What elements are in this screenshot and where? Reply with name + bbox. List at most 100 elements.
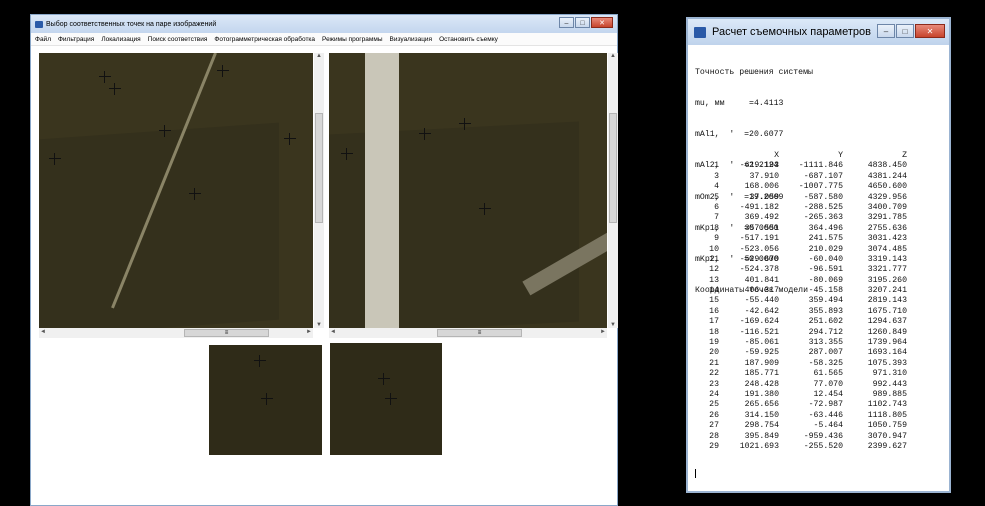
coord-z: 3319.143 [867, 254, 907, 264]
coord-x: 185.771 [744, 369, 779, 379]
point-index: 21 [709, 358, 719, 368]
menu-localization[interactable]: Локализация [101, 36, 140, 43]
table-row: 5 37.059 -587.580 4329.956 [695, 193, 907, 203]
window-title: Выбор соответственных точек на паре изоб… [46, 20, 217, 28]
coord-z: 3291.785 [867, 213, 907, 223]
header-x: X [774, 151, 779, 160]
coord-x: -169.624 [739, 317, 779, 327]
coord-x: 37.910 [749, 171, 779, 181]
scroll-left-icon[interactable]: ◄ [40, 329, 46, 335]
minimize-button[interactable]: – [877, 24, 895, 38]
table-row: 14 406.317 -45.158 3207.241 [695, 286, 907, 296]
coord-x: 369.492 [744, 213, 779, 223]
table-row: 3 37.910 -687.107 4381.244 [695, 172, 907, 182]
scroll-up-icon[interactable]: ▲ [316, 53, 322, 59]
scroll-thumb[interactable] [315, 113, 323, 223]
crosshair-marker [159, 125, 171, 137]
close-button[interactable]: ✕ [915, 24, 945, 38]
table-row: 18 -116.521 294.712 1260.849 [695, 328, 907, 338]
scroll-thumb[interactable] [609, 113, 617, 223]
menu-program-modes[interactable]: Режимы программы [322, 36, 382, 43]
title-bar[interactable]: Расчет съемочных параметров – □ ✕ [688, 19, 949, 45]
coord-y: -45.158 [808, 286, 843, 296]
window-title: Расчет съемочных параметров [712, 26, 871, 38]
title-bar[interactable]: Выбор соответственных точек на паре изоб… [31, 15, 617, 33]
point-index: 27 [709, 421, 719, 431]
point-index: 22 [709, 369, 719, 379]
coord-z: 2819.143 [867, 296, 907, 306]
point-index: 18 [709, 327, 719, 337]
left-stereo-image[interactable] [39, 53, 313, 328]
coord-x: 168.006 [744, 182, 779, 192]
app-window-icon [35, 20, 43, 28]
left-image-hscroll[interactable]: ◄ ≡ ► [39, 328, 313, 338]
coord-x: 1021.693 [739, 441, 779, 451]
minimize-button[interactable]: – [559, 17, 574, 28]
coord-x: 401.841 [744, 275, 779, 285]
menu-stop-capture[interactable]: Остановить съемку [439, 36, 498, 43]
point-index: 8 [714, 223, 719, 233]
coord-y: 77.070 [813, 379, 843, 389]
table-row: 23 248.428 77.070 992.443 [695, 380, 907, 390]
coord-z: 2399.627 [867, 441, 907, 451]
right-image-hscroll[interactable]: ◄ ≡ ► [329, 328, 607, 338]
header-y: Y [838, 151, 843, 160]
coord-x: 37.059 [749, 192, 779, 202]
table-row: 13 401.841 -80.069 3195.260 [695, 276, 907, 286]
menu-matching-search[interactable]: Поиск соответствия [148, 36, 208, 43]
point-index: 6 [714, 202, 719, 212]
coord-x: 248.428 [744, 379, 779, 389]
coord-z: 3400.709 [867, 202, 907, 212]
crosshair-marker [109, 83, 121, 95]
header-z: Z [902, 151, 907, 160]
coord-x: -59.925 [744, 348, 779, 358]
scroll-right-icon[interactable]: ► [600, 329, 606, 335]
coord-x: -85.061 [744, 338, 779, 348]
coord-x: -517.191 [739, 234, 779, 244]
crosshair-marker [49, 153, 61, 165]
left-zoom-preview [209, 345, 322, 455]
scroll-down-icon[interactable]: ▼ [316, 322, 322, 328]
right-image-vscroll[interactable]: ▲ ▼ [608, 53, 618, 328]
coord-y: -1111.846 [798, 161, 843, 171]
menu-filtering[interactable]: Фильтрация [58, 36, 94, 43]
coord-x: -523.056 [739, 244, 779, 254]
coord-z: 989.885 [872, 389, 907, 399]
menu-visualization[interactable]: Визуализация [390, 36, 433, 43]
scroll-down-icon[interactable]: ▼ [610, 322, 616, 328]
scroll-thumb[interactable]: ≡ [184, 329, 269, 337]
point-index: 3 [714, 171, 719, 181]
coord-y: 61.565 [813, 369, 843, 379]
coord-y: -72.987 [808, 400, 843, 410]
coord-z: 992.443 [872, 379, 907, 389]
table-row: 10 -523.056 210.029 3074.485 [695, 245, 907, 255]
close-button[interactable]: ✕ [591, 17, 613, 28]
maximize-button[interactable]: □ [575, 17, 590, 28]
menu-photogrammetric-processing[interactable]: Фотограмметрическая обработка [214, 36, 315, 43]
menu-bar: Файл Фильтрация Локализация Поиск соотве… [31, 33, 617, 46]
coord-z: 1075.393 [867, 358, 907, 368]
scroll-up-icon[interactable]: ▲ [610, 53, 616, 59]
coord-z: 4381.244 [867, 171, 907, 181]
menu-file[interactable]: Файл [35, 36, 51, 43]
crosshair-marker [284, 133, 296, 145]
coord-y: 364.496 [808, 223, 843, 233]
left-image-vscroll[interactable]: ▲ ▼ [314, 53, 324, 328]
table-row: 16 -42.642 355.893 1675.710 [695, 307, 907, 317]
point-index: 1 [714, 161, 719, 171]
scroll-thumb[interactable]: ≡ [437, 329, 522, 337]
coord-z: 3195.260 [867, 275, 907, 285]
right-stereo-image[interactable] [329, 53, 607, 328]
table-row: 4 168.006 -1007.775 4650.600 [695, 182, 907, 192]
coord-z: 2755.636 [867, 223, 907, 233]
text-cursor [695, 469, 696, 478]
coord-x: 191.380 [744, 389, 779, 399]
point-index: 12 [709, 265, 719, 275]
coord-x: 314.150 [744, 410, 779, 420]
coord-y: 294.712 [808, 327, 843, 337]
maximize-button[interactable]: □ [896, 24, 914, 38]
coord-y: 251.602 [808, 317, 843, 327]
scroll-left-icon[interactable]: ◄ [330, 329, 336, 335]
coord-z: 3070.947 [867, 431, 907, 441]
scroll-right-icon[interactable]: ► [306, 329, 312, 335]
